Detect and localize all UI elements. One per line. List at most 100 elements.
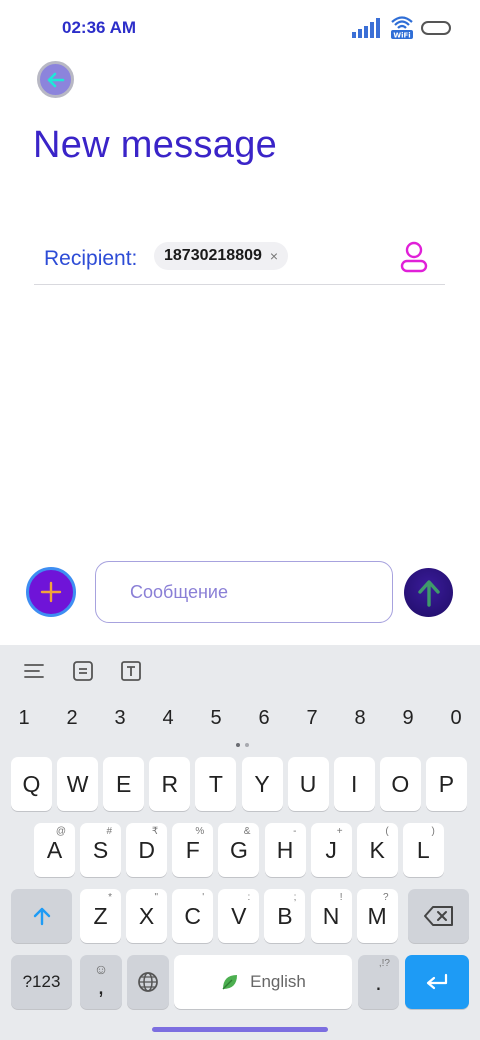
- message-input[interactable]: [95, 561, 393, 623]
- key-label: V: [231, 902, 247, 929]
- key-label: W: [66, 770, 89, 797]
- key-label: C: [184, 902, 201, 929]
- key-alt-label: @: [55, 826, 66, 837]
- person-icon[interactable]: [398, 240, 430, 274]
- space-key[interactable]: English: [174, 955, 352, 1009]
- key-label: D: [138, 836, 155, 863]
- enter-icon: [426, 973, 448, 990]
- key-n[interactable]: ! N: [310, 889, 352, 943]
- key-u[interactable]: U: [287, 757, 329, 811]
- key-w[interactable]: W: [57, 757, 99, 811]
- align-left-icon[interactable]: [22, 659, 46, 683]
- comma-label: ,: [97, 973, 105, 1000]
- recipient-chip-text: 18730218809: [164, 247, 262, 264]
- text-box-icon[interactable]: [119, 659, 143, 683]
- emoji-comma-key[interactable]: ☺ ,: [80, 955, 122, 1009]
- key-e[interactable]: E: [103, 757, 145, 811]
- recipient-chip[interactable]: 18730218809 ×: [154, 242, 289, 270]
- key-label: M: [367, 902, 387, 929]
- key-label: L: [416, 836, 430, 863]
- home-indicator[interactable]: [152, 1027, 328, 1032]
- period-key[interactable]: ,!? .: [358, 955, 399, 1009]
- recipient-row: Recipient: 18730218809 ×: [34, 232, 445, 285]
- back-button[interactable]: [37, 61, 74, 98]
- number-key[interactable]: 8: [340, 707, 380, 730]
- clipboard-icon[interactable]: [71, 659, 95, 683]
- key-alt-label: ₹: [151, 826, 159, 837]
- send-button[interactable]: [404, 568, 453, 617]
- key-t[interactable]: T: [195, 757, 237, 811]
- key-g[interactable]: & G: [218, 823, 260, 877]
- number-key[interactable]: 0: [436, 707, 476, 730]
- key-b[interactable]: ; B: [264, 889, 306, 943]
- number-key[interactable]: 3: [100, 707, 140, 730]
- key-label: U: [299, 770, 317, 797]
- keyboard-toolbar: [0, 645, 480, 697]
- number-key[interactable]: 5: [196, 707, 236, 730]
- globe-key[interactable]: [127, 955, 169, 1009]
- key-c[interactable]: ' C: [172, 889, 214, 943]
- key-label: K: [369, 836, 385, 863]
- key-h[interactable]: -H: [264, 823, 306, 877]
- key-alt-label: &: [243, 826, 251, 837]
- arrow-up-icon: [33, 907, 50, 926]
- number-key[interactable]: 1: [4, 707, 44, 730]
- space-label: English: [250, 972, 306, 991]
- key-r[interactable]: R: [149, 757, 191, 811]
- recipient-label: Recipient:: [44, 247, 138, 270]
- number-key[interactable]: 6: [244, 707, 284, 730]
- key-j[interactable]: + J: [310, 823, 352, 877]
- number-key[interactable]: 9: [388, 707, 428, 730]
- key-s[interactable]: # S: [80, 823, 122, 877]
- key-x[interactable]: " X: [126, 889, 168, 943]
- signal-icon: [352, 18, 380, 38]
- key-label: I: [350, 770, 358, 797]
- key-label: A: [46, 836, 63, 863]
- key-label: Z: [93, 902, 108, 929]
- key-m[interactable]: ? M: [356, 889, 398, 943]
- arrow-left-icon: [47, 72, 64, 87]
- key-v[interactable]: :V: [218, 889, 260, 943]
- battery-icon: [421, 21, 451, 35]
- key-label: P: [438, 770, 455, 797]
- key-o[interactable]: O: [379, 757, 421, 811]
- attach-button[interactable]: [26, 567, 76, 617]
- chip-close-icon[interactable]: ×: [270, 248, 278, 264]
- key-alt-label: +: [336, 826, 343, 837]
- key-alt-label: (: [385, 826, 389, 837]
- key-z[interactable]: * Z: [80, 889, 121, 943]
- key-label: B: [277, 902, 293, 929]
- enter-key[interactable]: [405, 955, 469, 1009]
- globe-icon: [138, 972, 158, 992]
- key-f[interactable]: % F: [172, 823, 214, 877]
- number-key[interactable]: 7: [292, 707, 332, 730]
- period-label: .: [375, 968, 382, 995]
- number-key[interactable]: 4: [148, 707, 188, 730]
- key-l[interactable]: ) L: [402, 823, 444, 877]
- key-k[interactable]: (K: [356, 823, 398, 877]
- key-p[interactable]: P: [425, 757, 467, 811]
- key-y[interactable]: Y: [241, 757, 283, 811]
- key-d[interactable]: ₹ D: [126, 823, 168, 877]
- key-alt-label: *: [108, 892, 112, 903]
- key-label: T: [208, 770, 223, 797]
- key-alt-label: -: [293, 826, 297, 837]
- key-alt-label: ): [431, 826, 435, 837]
- key-alt-label: ?: [383, 892, 389, 903]
- backspace-key[interactable]: [408, 889, 469, 943]
- key-alt-label: ": [154, 892, 159, 903]
- keyboard: 1234567890 ?123 ☺ , English ,!? . Q W E …: [0, 645, 480, 1040]
- number-key[interactable]: 2: [52, 707, 92, 730]
- key-q[interactable]: Q: [11, 757, 52, 811]
- backspace-icon: [423, 906, 453, 926]
- plus-icon: [40, 581, 62, 603]
- key-label: R: [161, 770, 179, 797]
- shift-key[interactable]: [11, 889, 72, 943]
- key-alt-label: %: [195, 826, 205, 837]
- key-label: G: [229, 836, 248, 863]
- key-i[interactable]: I: [333, 757, 375, 811]
- key-alt-label: !: [339, 892, 343, 903]
- key-a[interactable]: @ A: [34, 823, 75, 877]
- key-label: J: [325, 836, 337, 863]
- symbols-key[interactable]: ?123: [11, 955, 72, 1009]
